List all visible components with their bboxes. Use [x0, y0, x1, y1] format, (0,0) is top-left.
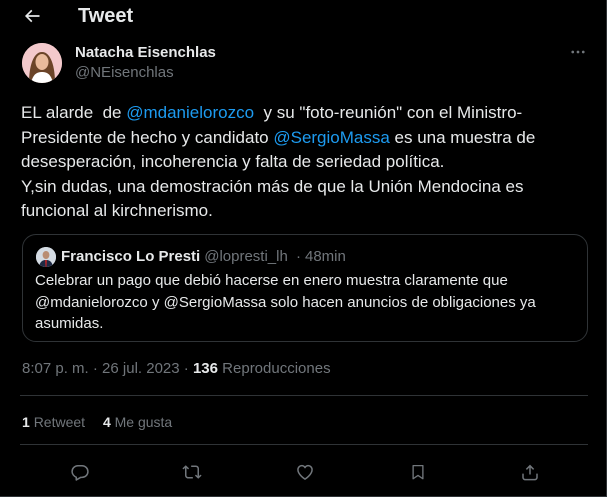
- tweet-actions: [0, 458, 606, 486]
- page-title: Tweet: [78, 5, 134, 27]
- mention-link[interactable]: @SergioMassa: [273, 128, 389, 147]
- views-count: 136: [192, 360, 218, 377]
- tweet-stats: 1 Retweet 4 Me gusta: [22, 414, 186, 431]
- divider: [20, 395, 588, 396]
- quoted-tweet[interactable]: Francisco Lo Presti @lopresti_lh · 48min C…: [22, 234, 588, 342]
- likes-stat[interactable]: 4 Me gusta: [103, 414, 172, 431]
- bookmark-icon: [409, 462, 427, 482]
- author-avatar[interactable]: [22, 43, 62, 83]
- quoted-avatar[interactable]: [36, 247, 56, 267]
- quoted-text: Celebrar un pago que debió hacerse en en…: [35, 272, 536, 332]
- heart-icon: [295, 462, 315, 482]
- retweets-label: Retweet: [33, 414, 86, 430]
- back-button[interactable]: [20, 4, 44, 28]
- bookmark-button[interactable]: [404, 458, 432, 486]
- retweet-button[interactable]: [178, 458, 206, 486]
- retweet-icon: [181, 462, 203, 482]
- reply-button[interactable]: [66, 458, 94, 486]
- mention-link[interactable]: @mdanielorozco: [126, 103, 254, 122]
- quoted-time: 48min: [305, 248, 346, 265]
- tweet-header: Tweet: [0, 0, 606, 32]
- meta-separator: ·: [92, 360, 98, 377]
- meta-separator: ·: [296, 248, 301, 265]
- profile-photo: [22, 43, 62, 83]
- reply-icon: [70, 462, 90, 482]
- views-label: Reproducciones: [222, 360, 331, 377]
- divider: [20, 444, 588, 445]
- quoted-author-name: Francisco Lo Presti: [61, 248, 201, 265]
- tweet-date[interactable]: 26 jul. 2023: [102, 360, 180, 377]
- meta-separator: ·: [183, 360, 189, 377]
- tweet-page: Tweet Natacha Eisenchlas @NEisenchlas EL…: [0, 0, 607, 497]
- more-options-button[interactable]: [566, 42, 590, 62]
- likes-count: 4: [102, 414, 111, 430]
- tweet-timestamp: 8:07 p. m. · 26 jul. 2023 · 136 Reproduc…: [22, 360, 331, 378]
- tweet-text-part: EL alarde de: [21, 103, 127, 122]
- share-button[interactable]: [516, 458, 544, 486]
- more-horizontal-icon: [569, 43, 587, 61]
- like-button[interactable]: [291, 458, 319, 486]
- retweets-stat[interactable]: 1 Retweet: [22, 414, 85, 431]
- author-name[interactable]: Natacha Eisenchlas: [75, 44, 216, 62]
- likes-label: Me gusta: [114, 414, 173, 430]
- tweet-text: EL alarde de @mdanielorozco y su "foto-r…: [21, 101, 591, 224]
- quoted-author-handle: @lopresti_lh: [204, 248, 288, 265]
- quoted-header: Francisco Lo Presti @lopresti_lh · 48min: [61, 247, 346, 267]
- arrow-left-icon: [22, 6, 42, 26]
- retweets-count: 1: [22, 414, 30, 430]
- author-handle[interactable]: @NEisenchlas: [75, 64, 174, 82]
- tweet-time[interactable]: 8:07 p. m.: [22, 360, 89, 377]
- share-icon: [520, 462, 540, 482]
- profile-photo: [36, 247, 56, 267]
